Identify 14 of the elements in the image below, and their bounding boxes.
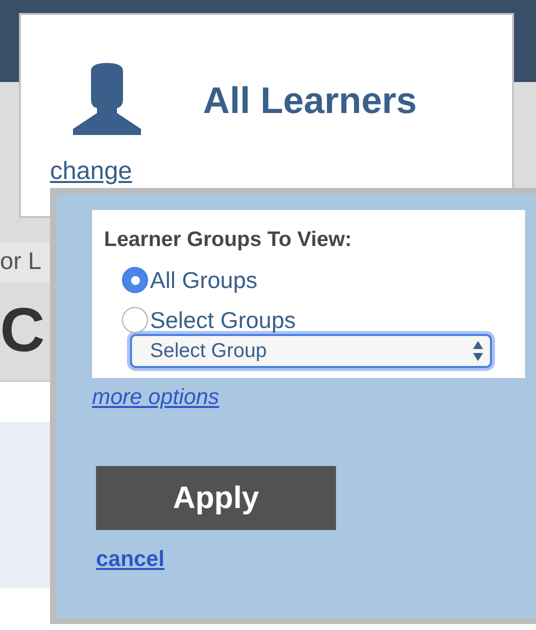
- option-label[interactable]: All Groups: [150, 266, 258, 294]
- option-label[interactable]: Select Groups: [150, 306, 296, 334]
- learner-title: All Learners: [203, 80, 417, 122]
- cancel-link[interactable]: cancel: [96, 546, 164, 572]
- more-options-link[interactable]: more options: [92, 384, 220, 410]
- radio-button[interactable]: [122, 267, 148, 293]
- up-down-arrows-icon: [472, 340, 484, 362]
- group-select[interactable]: Select Group: [130, 334, 492, 368]
- apply-button[interactable]: Apply: [96, 466, 336, 530]
- groups-heading: Learner Groups To View:: [104, 228, 353, 252]
- page-subtitle: or L: [0, 248, 42, 276]
- radio-button[interactable]: [122, 307, 148, 333]
- page-heading: C: [0, 300, 45, 362]
- change-link[interactable]: change: [50, 157, 132, 186]
